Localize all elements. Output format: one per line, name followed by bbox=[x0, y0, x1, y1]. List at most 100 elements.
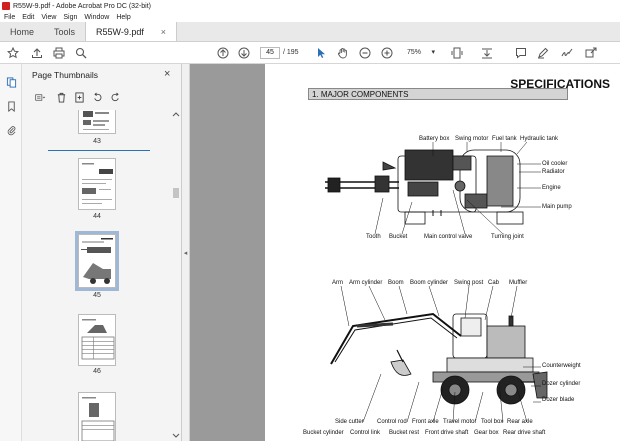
menu-bar: File Edit View Sign Window Help bbox=[0, 12, 620, 22]
label-dozer-blade: Dozer blade bbox=[542, 397, 575, 403]
label-arm-cylinder: Arm cylinder bbox=[349, 280, 383, 286]
label-turning-joint: Turning joint bbox=[491, 234, 524, 240]
label-battery-box: Battery box bbox=[419, 136, 450, 142]
drop-indicator bbox=[48, 150, 150, 151]
label-main-pump: Main pump bbox=[542, 204, 572, 210]
select-cursor-icon[interactable] bbox=[314, 46, 328, 60]
highlight-pen-icon[interactable] bbox=[536, 46, 550, 60]
comment-icon[interactable] bbox=[514, 46, 528, 60]
document-viewer[interactable]: SPECIFICATIONS 1. MAJOR COMPONENTS Batte… bbox=[190, 64, 620, 441]
page-thumbnails-panel: Page Thumbnails × 43 44 45 46 bbox=[22, 64, 182, 441]
menu-sign[interactable]: Sign bbox=[63, 14, 77, 21]
zoom-level-select[interactable]: 75% ▾ bbox=[404, 47, 438, 59]
scroll-mode-icon[interactable] bbox=[480, 46, 494, 60]
label-side-cutter: Side cutter bbox=[335, 419, 364, 425]
page-fit-icon[interactable] bbox=[450, 46, 464, 60]
chevron-down-icon: ▾ bbox=[431, 49, 435, 56]
acrobat-app-icon bbox=[2, 2, 10, 10]
search-icon[interactable] bbox=[74, 46, 88, 60]
sign-icon[interactable] bbox=[560, 46, 574, 60]
page-total: / 195 bbox=[283, 49, 299, 56]
label-swing-motor: Swing motor bbox=[455, 136, 489, 142]
label-control-link: Control link bbox=[350, 430, 381, 436]
insert-page-icon[interactable] bbox=[72, 90, 86, 104]
excavator-side-view bbox=[330, 312, 548, 405]
trash-icon[interactable] bbox=[54, 90, 68, 104]
label-front-axle: Front axle bbox=[412, 419, 439, 425]
main-toolbar: 45 / 195 75% ▾ bbox=[0, 42, 620, 64]
thumbnail-page[interactable] bbox=[78, 110, 116, 134]
thumbnail-list: 43 44 45 46 bbox=[22, 110, 172, 441]
label-boom: Boom bbox=[388, 280, 404, 286]
print-icon[interactable] bbox=[52, 46, 66, 60]
zoom-out-icon[interactable] bbox=[358, 46, 372, 60]
menu-view[interactable]: View bbox=[41, 14, 56, 21]
thumbnail-label: 44 bbox=[93, 213, 101, 220]
thumbnail-preview bbox=[81, 238, 113, 284]
zoom-in-icon[interactable] bbox=[380, 46, 394, 60]
label-engine: Engine bbox=[542, 185, 561, 191]
rotate-left-icon[interactable] bbox=[90, 90, 104, 104]
collapse-arrow-icon[interactable]: ◂ bbox=[184, 249, 188, 257]
thumbnail-page[interactable] bbox=[78, 158, 116, 210]
thumbnail-scrollbar[interactable] bbox=[171, 110, 181, 441]
previous-page-icon[interactable] bbox=[216, 46, 230, 60]
excavator-top-view bbox=[325, 149, 524, 225]
label-swing-post: Swing post bbox=[454, 280, 484, 286]
close-tab-icon[interactable]: × bbox=[161, 27, 166, 37]
pane-splitter[interactable]: ◂ bbox=[182, 64, 190, 441]
thumbnail-page[interactable] bbox=[78, 314, 116, 366]
label-fuel-tank: Fuel tank bbox=[492, 136, 517, 142]
scroll-up-icon bbox=[172, 112, 180, 117]
label-rear-drive-shaft: Rear drive shaft bbox=[503, 430, 546, 436]
upload-icon[interactable] bbox=[30, 46, 44, 60]
label-radiator: Radiator bbox=[542, 169, 565, 175]
tab-home[interactable]: Home bbox=[0, 22, 44, 41]
label-rear-axle: Rear axle bbox=[507, 419, 533, 425]
bookmark-icon[interactable] bbox=[5, 100, 17, 112]
hand-tool-icon[interactable] bbox=[336, 46, 350, 60]
thumbnail-page-selected[interactable] bbox=[75, 231, 119, 291]
menu-edit[interactable]: Edit bbox=[22, 14, 34, 21]
label-gear-box: Gear box bbox=[474, 430, 499, 436]
rotate-right-icon[interactable] bbox=[108, 90, 122, 104]
menu-file[interactable]: File bbox=[4, 14, 15, 21]
page-number-input[interactable]: 45 bbox=[260, 47, 280, 59]
panel-title: Page Thumbnails bbox=[32, 70, 98, 80]
star-icon[interactable] bbox=[6, 46, 20, 60]
attachment-icon[interactable] bbox=[5, 124, 17, 136]
scroll-thumb bbox=[173, 188, 179, 198]
menu-window[interactable]: Window bbox=[84, 14, 109, 21]
label-front-drive-shaft: Front drive shaft bbox=[425, 430, 469, 436]
zoom-level-value: 75% bbox=[407, 49, 422, 56]
tab-tools[interactable]: Tools bbox=[44, 22, 85, 41]
share-icon[interactable] bbox=[584, 46, 598, 60]
window-title: R55W-9.pdf - Adobe Acrobat Pro DC (32-bi… bbox=[13, 2, 151, 10]
label-main-control-valve: Main control valve bbox=[424, 234, 473, 240]
next-page-icon[interactable] bbox=[237, 46, 251, 60]
thumbnail-label: 43 bbox=[93, 138, 101, 145]
label-bucket-rest: Bucket rest bbox=[389, 430, 420, 436]
close-panel-icon[interactable]: × bbox=[164, 68, 170, 80]
pdf-page: SPECIFICATIONS 1. MAJOR COMPONENTS Batte… bbox=[265, 64, 620, 441]
menu-help[interactable]: Help bbox=[116, 14, 130, 21]
label-boom-cylinder: Boom cylinder bbox=[410, 280, 449, 286]
thumbnail-label: 46 bbox=[93, 368, 101, 375]
label-travel-motor: Travel motor bbox=[443, 419, 477, 425]
label-bucket: Bucket bbox=[389, 234, 408, 240]
thumbnail-preview bbox=[81, 397, 115, 441]
navigation-pane-strip bbox=[0, 64, 22, 441]
label-tool-box: Tool box bbox=[481, 419, 504, 425]
page-thumbnails-icon[interactable] bbox=[5, 76, 17, 88]
title-bar: R55W-9.pdf - Adobe Acrobat Pro DC (32-bi… bbox=[0, 0, 620, 12]
thumbnail-preview bbox=[83, 111, 109, 130]
options-menu-icon[interactable] bbox=[30, 90, 50, 104]
thumbnail-page[interactable] bbox=[78, 392, 116, 441]
label-counterweight: Counterweight bbox=[542, 363, 581, 369]
tab-document[interactable]: R55W-9.pdf × bbox=[85, 22, 178, 41]
thumbnail-preview bbox=[81, 319, 115, 360]
label-dozer-cylinder: Dozer cylinder bbox=[542, 381, 581, 387]
label-control-rod: Control rod bbox=[377, 419, 407, 425]
thumbnail-preview bbox=[82, 163, 113, 204]
thumbnail-label: 45 bbox=[93, 292, 101, 299]
